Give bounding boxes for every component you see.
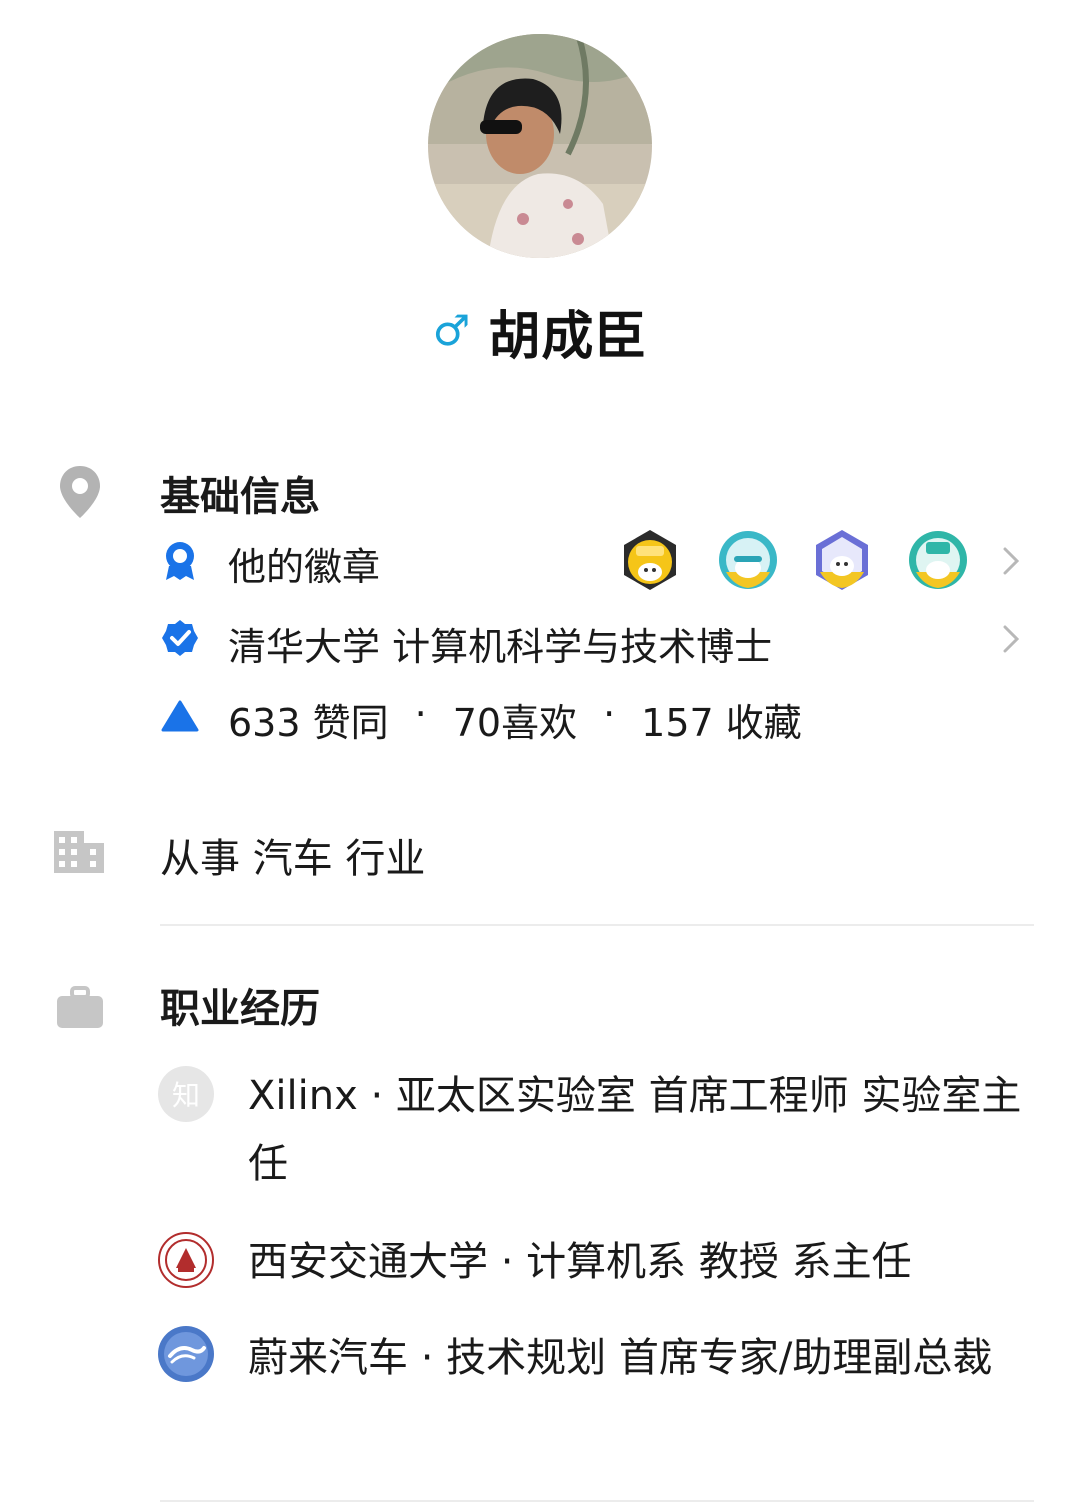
user-name: 胡成臣 [488, 306, 648, 367]
name-row: ♂ 胡成臣 [0, 296, 1080, 367]
career-item-nio[interactable]: 蔚来汽车 · 技术规划 首席专家/助理副总裁 [248, 1324, 1048, 1392]
industry-text: 从事 汽车 行业 [160, 836, 426, 882]
chevron-right-icon[interactable] [1000, 622, 1022, 656]
avatar-image [428, 34, 652, 258]
badge-purple-icon[interactable] [810, 528, 874, 592]
basic-info-title: 基础信息 [160, 474, 320, 520]
location-pin-icon [54, 466, 106, 518]
education-text[interactable]: 清华大学 计算机科学与技术博士 [228, 616, 772, 671]
chevron-right-icon[interactable] [1000, 544, 1022, 578]
separator-dot: · [603, 692, 616, 736]
likes-count: 70喜欢 [452, 701, 578, 745]
stats-row: 633 赞同 · 70喜欢 · 157 收藏 [228, 692, 802, 747]
career-item-xilinx[interactable]: Xilinx · 亚太区实验室 首席工程师 实验室主任 [248, 1062, 1048, 1198]
divider [160, 924, 1034, 926]
collect-count: 157 收藏 [641, 701, 802, 745]
nio-logo-icon [158, 1326, 214, 1382]
building-icon [52, 826, 106, 876]
briefcase-icon [54, 982, 106, 1034]
career-title: 职业经历 [160, 986, 320, 1032]
xjtu-logo-icon [158, 1232, 214, 1288]
agree-count: 633 赞同 [228, 701, 389, 745]
triangle-up-icon [160, 696, 200, 736]
365-day-badge-icon[interactable] [618, 528, 682, 592]
thanks-badge-icon[interactable] [906, 528, 970, 592]
verified-icon [160, 618, 200, 658]
company-logo-zhihu: 知 [158, 1066, 214, 1122]
male-icon: ♂ [432, 306, 471, 355]
separator-dot: · [414, 692, 427, 736]
career-item-xjtu[interactable]: 西安交通大学 · 计算机系 教授 系主任 [248, 1228, 1048, 1296]
divider [160, 1500, 1034, 1502]
badges-label[interactable]: 他的徽章 [228, 536, 380, 591]
badge-teal-icon[interactable] [716, 528, 780, 592]
medal-icon [160, 540, 200, 580]
avatar[interactable] [428, 34, 652, 258]
